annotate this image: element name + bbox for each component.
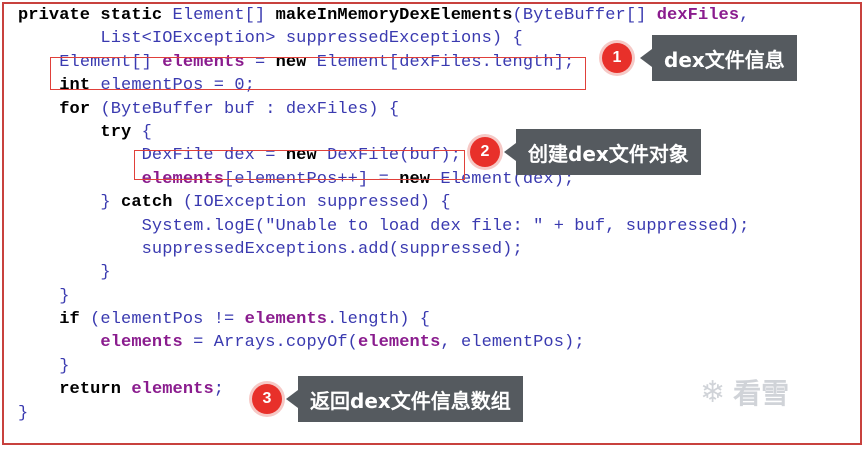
code-token: } [59,286,70,306]
code-token: makeInMemoryDexElements [275,6,513,25]
code-line: List<IOException> suppressedExceptions) … [18,27,749,50]
code-line: elements = Arrays.copyOf(elements, eleme… [18,331,749,354]
code-line: if (elementPos != elements.length) { [18,308,749,331]
code-line: } catch (IOException suppressed) { [18,191,749,214]
code-line: } [18,285,749,308]
code-token: (elementPos != [90,310,245,330]
code-token: .length) { [327,310,431,330]
code-token: catch [121,193,183,213]
code-line: System.logE("Unable to load dex file: " … [18,215,750,238]
code-token: suppressedExceptions.add(suppressed); [141,239,523,259]
code-token: = Arrays.copyOf( [182,333,358,353]
code-token: dexFiles [656,6,740,25]
code-line: suppressedExceptions.add(suppressed); [18,238,749,261]
code-token: elements [100,333,183,353]
code-token: System.logE("Unable to load dex file: " … [141,216,750,236]
code-token: elements [131,380,214,400]
code-line: } [18,355,749,378]
code-token: ; [213,380,225,400]
code-token: List<IOException> suppressedExceptions) … [100,29,523,49]
snowflake-icon: ❄ [700,374,726,410]
code-line: } [18,261,749,284]
watermark: ❄ 看雪 [700,372,789,412]
annotation-badge-3: 3 [252,384,282,414]
annotation-badge-1: 1 [602,43,632,73]
annotation-callout-3: 返回dex文件信息数组 [286,376,523,422]
code-token: } [100,193,122,213]
code-token: elements [357,333,441,353]
code-token: , elementPos); [440,333,585,353]
code-token: return [59,380,132,400]
code-line: private static Element[] makeInMemoryDex… [18,4,749,27]
code-token: (ByteBuffer buf : dexFiles) { [100,99,400,119]
code-token: { [141,122,152,142]
code-token: for [59,99,101,119]
code-token: try [100,122,142,142]
code-token: } [18,403,29,423]
highlight-box-elements-decl [50,57,586,90]
annotation-callout-1: dex文件信息 [640,35,797,81]
code-token: } [59,356,70,376]
code-token: Element[] [172,6,276,25]
code-token: if [59,310,91,330]
annotation-badge-2: 2 [470,137,500,167]
watermark-text: 看雪 [733,377,790,410]
code-line: for (ByteBuffer buf : dexFiles) { [18,98,749,121]
highlight-box-dexfile-new [134,150,465,180]
code-token: , [739,6,750,25]
code-token: (ByteBuffer[] [512,6,657,25]
annotation-callout-2: 创建dex文件对象 [504,129,701,175]
code-token: private static [18,6,173,25]
code-token: (IOException suppressed) { [182,193,451,213]
code-token: elements [244,310,328,330]
code-token: } [100,263,111,283]
